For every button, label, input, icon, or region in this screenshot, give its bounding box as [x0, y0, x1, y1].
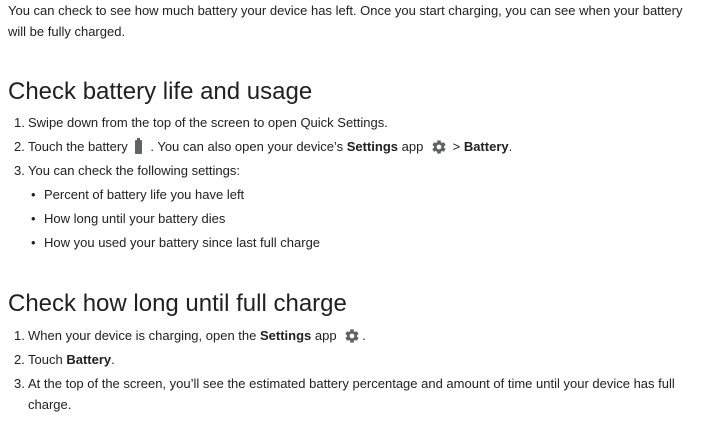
list-item: 3. At the top of the screen, you’ll see … [0, 372, 688, 417]
step-separator: > [452, 139, 461, 154]
bullet-marker: • [31, 187, 36, 202]
gear-icon [432, 139, 446, 154]
list-item: 1. Swipe down from the top of the screen… [0, 111, 688, 135]
bullet-text: How long until your battery dies [44, 211, 226, 226]
settings-label: Settings [259, 328, 312, 343]
step-text: . [508, 139, 513, 154]
step-number: 2. [14, 139, 25, 154]
step-text: app [314, 328, 337, 343]
step-text: You can check the following settings: [28, 163, 240, 178]
battery-icon [135, 137, 143, 154]
step-number: 2. [14, 352, 25, 367]
steps-full-charge: 1. When your device is charging, open th… [0, 324, 700, 417]
list-item: 1. When your device is charging, open th… [0, 324, 688, 348]
step-text: . [111, 352, 115, 367]
step-number: 1. [14, 328, 25, 343]
settings-bullet-list: • Percent of battery life you have left … [28, 183, 688, 255]
step-text: At the top of the screen, you’ll see the… [28, 376, 675, 412]
bullet-text: How you used your battery since last ful… [44, 235, 321, 250]
settings-label: Settings [346, 139, 399, 154]
step-text: When your device is charging, open the [28, 328, 257, 343]
battery-label: Battery [66, 352, 112, 367]
steps-battery-life: 1. Swipe down from the top of the screen… [0, 111, 700, 255]
bullet-text: Percent of battery life you have left [44, 187, 245, 202]
step-number: 3. [14, 376, 25, 391]
section-title-full-charge: Check how long until full charge [8, 290, 347, 317]
bullet-item: • Percent of battery life you have left [28, 183, 688, 207]
article: You can check to see how much battery yo… [0, 0, 701, 421]
step-text: . [362, 328, 366, 343]
bullet-item: • How long until your battery dies [28, 207, 688, 231]
list-item: 2. Touch the battery . You can also open… [0, 135, 688, 159]
step-text: Touch the battery [28, 139, 128, 154]
list-item: 3. You can check the following settings:… [0, 159, 688, 255]
step-number: 1. [14, 115, 25, 130]
step-text: Touch [28, 352, 63, 367]
intro-paragraph: You can check to see how much battery yo… [8, 3, 683, 39]
step-number: 3. [14, 163, 25, 178]
gear-icon [345, 328, 359, 343]
battery-label: Battery [463, 139, 509, 154]
bullet-marker: • [31, 211, 36, 226]
step-text: . You can also open your device’s [150, 139, 344, 154]
bullet-item: • How you used your battery since last f… [28, 231, 688, 255]
section-title-battery-life: Check battery life and usage [8, 78, 313, 105]
step-text: app [401, 139, 424, 154]
step-text: Swipe down from the top of the screen to… [28, 115, 388, 130]
list-item: 2. Touch Battery. [0, 348, 688, 372]
bullet-marker: • [31, 235, 36, 250]
